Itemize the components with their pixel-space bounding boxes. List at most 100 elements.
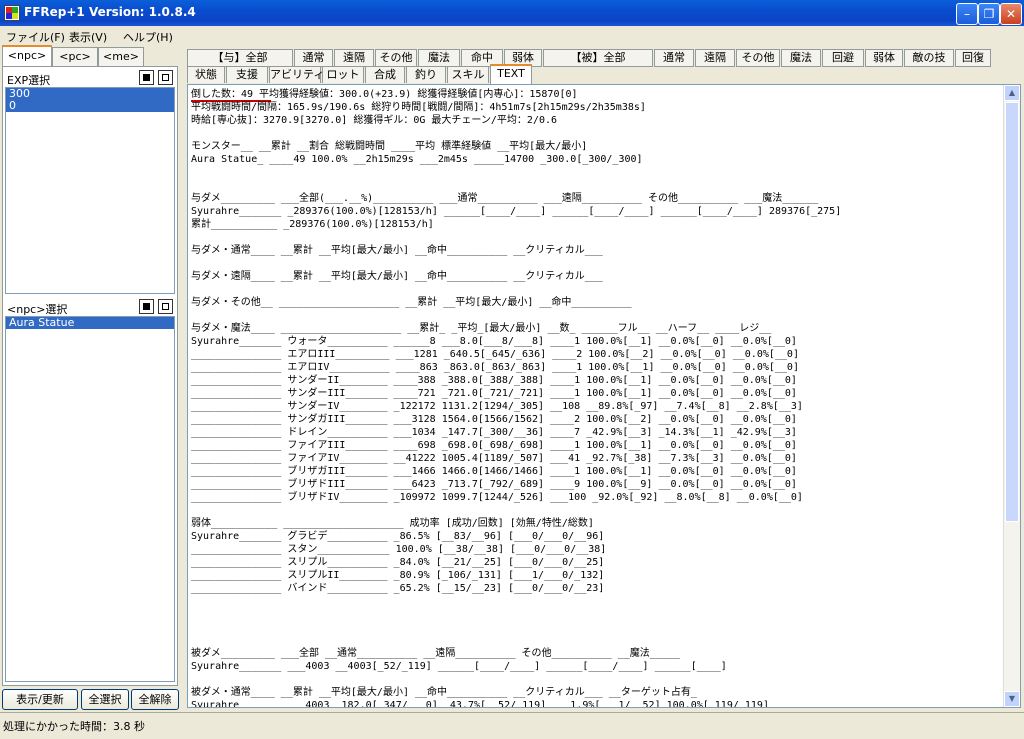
report-line: 与ダメ・通常____ __累計 __平均[最大/最小] __命中________… [191,245,603,256]
report-line: _______________ エアロIV__________ ____863 … [191,362,799,373]
report-line: _______________ スリプル__________ _84.0% [_… [191,557,605,568]
npc-list[interactable]: Aura Statue [5,316,175,682]
tab-me[interactable]: <me> [98,47,144,66]
dealt-ranged-button[interactable]: 遠隔 [334,49,374,67]
report-line: 時給[専心抜]：3270.9[3270.0] 総獲得ギル：0G 最大チェーン/平… [191,115,558,126]
tab-support[interactable]: 支援 [226,66,268,83]
report-line: _______________ サンダガIII_______ ___3128 1… [191,414,797,425]
minimize-button[interactable]: – [956,3,978,25]
report-line: 与ダメ_________ ___全部(___.__%)__________ __… [191,193,819,204]
report-line: 被ダメ_________ ___全部 __通常__________ __遠隔__… [191,648,680,659]
report-line [191,309,841,322]
evasion-button[interactable]: 回避 [822,49,864,67]
report-line: 平均戦闘時間/間隔：165.9s/190.6s 総狩り時間[戦闘/間隔]：4h5… [191,102,646,113]
tab-text[interactable]: TEXT [490,64,532,84]
enemy-skill-button[interactable]: 敵の技 [904,49,954,67]
report-line [191,608,841,621]
tab-fishing[interactable]: 釣り [406,66,446,83]
taken-enfeeble-button[interactable]: 弱体 [865,49,903,67]
report-line: _______________ ブリザガIII_______ ___1466 1… [191,466,797,477]
close-button[interactable]: ✕ [1000,3,1022,25]
dealt-magic-button[interactable]: 魔法 [418,49,460,67]
scroll-down-icon[interactable]: ▼ [1004,691,1020,707]
tab-lot[interactable]: ロット [322,66,364,83]
report-line [191,231,841,244]
deselect-all-button[interactable]: 全解除 [131,689,179,710]
report-line: _______________ サンダーIII_______ ____721 _… [191,388,797,399]
recovery-button[interactable]: 回復 [955,49,991,67]
report-line: 被ダメ・通常____ __累計 __平均[最大/最小] __命中________… [191,687,697,698]
report-line: 与ダメ・魔法____ ____________________ __累計_ _平… [191,323,772,334]
taken-melee-button[interactable]: 通常 [654,49,694,67]
report-text-area[interactable]: 倒した数：49 平均獲得経験値：300.0(+23.9) 総獲得経験値[内専心]… [187,84,1021,708]
report-line: _______________ エアロIII_________ ___1281 … [191,349,799,360]
report-line: Aura Statue_ ____49 100.0% __2h15m29s __… [191,154,643,165]
menu-bar: ファイル(F) 表示(V) ヘルプ(H) [0,26,1024,45]
exp-select-all-icon[interactable] [139,70,154,85]
exp-select-label: EXP選択 [7,74,51,87]
tab-status[interactable]: 状態 [187,66,225,83]
report-line: 与ダメ・その他__ ____________________ __累計 __平均… [191,297,632,308]
list-item[interactable]: Aura Statue [6,317,174,329]
report-text: 倒した数：49 平均獲得経験値：300.0(+23.9) 総獲得経験値[内専心]… [191,88,841,708]
report-line [191,621,841,634]
title-bar: FFRep+1 Version: 1.0.8.4 – ❐ ✕ [0,0,1024,26]
report-line: _______________ ファイアIV________ __41222 1… [191,453,797,464]
dealt-all-button[interactable]: 【与】全部 [187,49,293,67]
menu-view[interactable]: 表示(V) [69,29,107,45]
report-line: _______________ サンダーII________ ____388 _… [191,375,797,386]
status-bar: 処理にかかった時間：3.8 秒 [0,712,1024,739]
menu-file[interactable]: ファイル(F) [6,29,65,45]
menu-help[interactable]: ヘルプ(H) [123,29,173,45]
exp-list[interactable]: 300 0 [5,87,175,294]
report-line: _______________ ブリザドIII_______ ___6423 _… [191,479,797,490]
app-icon [4,5,20,21]
report-line [191,595,841,608]
dealt-melee-button[interactable]: 通常 [294,49,333,67]
report-line: _______________ スタン____________ 100.0% [… [191,544,607,555]
scroll-up-icon[interactable]: ▲ [1004,85,1020,101]
report-line: 倒した数：49 平均獲得経験値：300.0(+23.9) 総獲得経験値[内専心]… [191,89,578,100]
report-line: 弱体___________ ____________________ 成功率 [… [191,518,594,529]
report-line: _______________ スリプルII________ _80.9% [_… [191,570,605,581]
report-line: _______________ ファイアIII_______ ____698 _… [191,440,797,451]
report-line [191,283,841,296]
list-item[interactable]: 0 [6,100,174,112]
select-all-button[interactable]: 全選択 [81,689,129,710]
report-line [191,257,841,270]
tab-pc[interactable]: <pc> [52,47,98,66]
tab-npc[interactable]: <npc> [2,45,52,68]
report-line [191,179,841,192]
scroll-thumb[interactable] [1005,102,1019,522]
report-line: _______________ ドレイン__________ ___1034 _… [191,427,797,438]
report-line: Syurahre_______ ___4003 _182.0[_347/___0… [191,700,769,708]
exp-deselect-icon[interactable] [158,70,173,85]
npc-deselect-icon[interactable] [158,299,173,314]
report-line: _______________ ブリザドIV________ _109972 1… [191,492,803,503]
taken-other-button[interactable]: その他 [736,49,780,67]
report-line: Syurahre_______ グラビデ__________ _86.5% [_… [191,531,605,542]
report-line [191,127,841,140]
taken-ranged-button[interactable]: 遠隔 [695,49,735,67]
taken-magic-button[interactable]: 魔法 [781,49,821,67]
report-line: _______________ バインド__________ _65.2% [_… [191,583,605,594]
report-line [191,166,841,179]
report-line: _______________ サンダーIV________ _122172 1… [191,401,803,412]
taken-all-button[interactable]: 【被】全部 [543,49,653,67]
left-panel: EXP選択 300 0 <npc>選択 Aura Statue [2,66,178,686]
tab-synthesis[interactable]: 合成 [365,66,405,83]
npc-select-all-icon[interactable] [139,299,154,314]
list-item[interactable]: 300 [6,88,174,100]
report-line: Syurahre_______ ___4003 __4003[_52/_119]… [191,661,727,672]
maximize-button[interactable]: ❐ [978,3,1000,25]
refresh-button[interactable]: 表示/更新 [2,689,78,710]
report-line: 累計___________ _289376(100.0%)[128153/h] [191,219,434,230]
vertical-scrollbar[interactable]: ▲ ▼ [1003,85,1020,707]
window-title: FFRep+1 Version: 1.0.8.4 [24,5,196,19]
report-line: モンスター__ __累計 __割合 総戦闘時間 ____平均 標準経験値 __平… [191,141,588,152]
report-line [191,673,841,686]
status-text: 処理にかかった時間：3.8 秒 [3,720,145,733]
tab-skill[interactable]: スキル [447,66,489,83]
tab-ability[interactable]: アビリティ [269,66,324,83]
dealt-other-button[interactable]: その他 [375,49,417,67]
